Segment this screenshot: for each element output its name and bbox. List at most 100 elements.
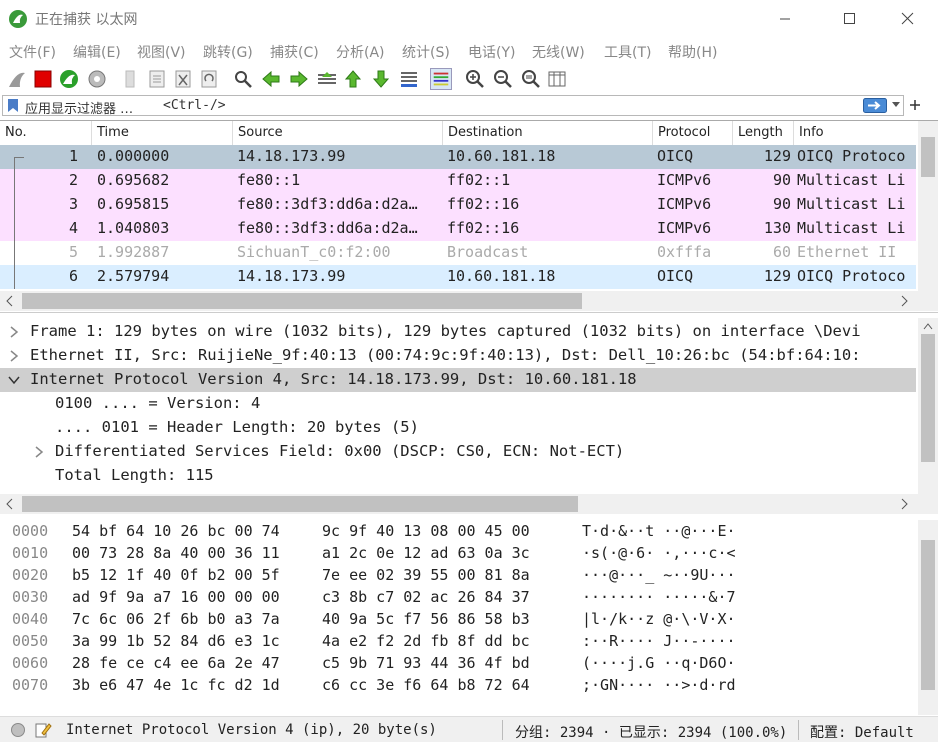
scroll-right-icon[interactable] — [900, 295, 908, 307]
status-field-info: Internet Protocol Version 4 (ip), 20 byt… — [66, 722, 437, 738]
zoom-in-icon[interactable] — [464, 68, 486, 90]
hex-bytes-second-half: c5 9b 71 93 44 36 4f bd — [322, 654, 530, 672]
hex-dump-row[interactable]: 0040 7c 6c 06 2f 6b b0 a3 7a 40 9a 5c f7 5… — [0, 609, 916, 631]
menu-file[interactable]: 文件(F) — [9, 42, 56, 62]
autoscroll-icon[interactable] — [398, 68, 420, 90]
zoom-out-icon[interactable] — [492, 68, 514, 90]
hex-dump-row[interactable]: 0070 3b e6 47 4e 1c fc d2 1d c6 cc 3e f6 6… — [0, 675, 916, 697]
collapsed-chevron-icon[interactable] — [33, 446, 45, 458]
go-forward-icon[interactable] — [288, 68, 310, 90]
cell-protocol: OICQ — [657, 147, 694, 165]
menu-wireless[interactable]: 无线(W) — [532, 42, 585, 62]
cell-info: Multicast Li — [797, 171, 906, 189]
details-horizontal-scrollbar[interactable] — [0, 494, 938, 514]
detail-tree-item[interactable]: 0100 .... = Version: 4 — [0, 392, 916, 416]
packet-row[interactable]: 4 1.040803 fe80::3df3:dd6a:d2a… ff02::16 ICM… — [0, 217, 916, 241]
packet-list-horizontal-scrollbar[interactable] — [0, 291, 938, 311]
column-header-source[interactable]: Source — [233, 121, 443, 145]
restart-capture-icon[interactable] — [58, 68, 80, 90]
display-filter-input[interactable]: 应用显示过滤器 … <Ctrl-/> — [2, 95, 904, 117]
close-file-icon[interactable] — [172, 68, 194, 90]
hex-bytes-first-half: 3a 99 1b 52 84 d6 e3 1c — [72, 632, 280, 650]
edit-comment-icon[interactable] — [34, 721, 52, 739]
hex-ascii: ········ ·····&·7 — [582, 588, 736, 606]
detail-tree-item[interactable]: .... 0101 = Header Length: 20 bytes (5) — [0, 416, 916, 440]
open-file-icon[interactable] — [120, 68, 142, 90]
hex-dump-row[interactable]: 0060 28 fe ce c4 ee 6a 2e 47 c5 9b 71 93 4… — [0, 653, 916, 675]
hex-bytes-second-half: 4a e2 f2 2d fb 8f dd bc — [322, 632, 530, 650]
filter-shortcut-hint: <Ctrl-/> — [163, 98, 226, 113]
apply-filter-arrow-icon[interactable] — [863, 98, 887, 113]
resize-columns-icon[interactable] — [546, 68, 568, 90]
hex-dump-row[interactable]: 0000 54 bf 64 10 26 bc 00 74 9c 9f 40 13 0… — [0, 521, 916, 543]
menu-tools[interactable]: 工具(T) — [604, 42, 651, 62]
collapsed-chevron-icon[interactable] — [8, 350, 20, 362]
column-header-no[interactable]: No. — [0, 121, 92, 145]
menu-telephony[interactable]: 电话(Y) — [468, 42, 515, 62]
packet-row[interactable]: 1 0.000000 14.18.173.99 10.60.181.18 OICQ 129… — [0, 145, 916, 169]
packet-row[interactable]: 3 0.695815 fe80::3df3:dd6a:d2a… ff02::16 ICM… — [0, 193, 916, 217]
first-packet-icon[interactable] — [342, 68, 364, 90]
minimize-button[interactable] — [762, 6, 808, 32]
scroll-right-icon[interactable] — [900, 498, 908, 510]
packet-row[interactable]: 6 2.579794 14.18.173.99 10.60.181.18 OICQ 129… — [0, 265, 916, 289]
detail-text: .... 0101 = Header Length: 20 bytes (5) — [55, 418, 419, 436]
status-profile[interactable]: 配置: Default — [810, 722, 914, 742]
detail-tree-item[interactable]: Differentiated Services Field: 0x00 (DSC… — [0, 440, 916, 464]
detail-tree-item[interactable]: Frame 1: 129 bytes on wire (1032 bits), … — [0, 320, 916, 344]
go-back-icon[interactable] — [260, 68, 282, 90]
cell-protocol: 0xfffa — [657, 243, 712, 261]
normal-size-icon[interactable] — [520, 68, 542, 90]
menu-go[interactable]: 跳转(G) — [203, 42, 253, 62]
collapsed-chevron-icon[interactable] — [8, 326, 20, 338]
menu-analyze[interactable]: 分析(A) — [336, 42, 385, 62]
find-packet-icon[interactable] — [232, 68, 254, 90]
expanded-chevron-icon[interactable] — [8, 374, 20, 386]
column-header-destination[interactable]: Destination — [443, 121, 653, 145]
capture-options-icon[interactable] — [86, 68, 108, 90]
cell-protocol: ICMPv6 — [657, 195, 712, 213]
colorize-icon[interactable] — [430, 68, 452, 90]
bookmark-icon[interactable] — [7, 98, 19, 113]
column-header-protocol[interactable]: Protocol — [653, 121, 733, 145]
column-header-length[interactable]: Length — [733, 121, 794, 145]
menu-capture[interactable]: 捕获(C) — [270, 42, 319, 62]
menu-edit[interactable]: 编辑(E) — [73, 42, 121, 62]
menu-help[interactable]: 帮助(H) — [668, 42, 717, 62]
column-header-info[interactable]: Info — [794, 121, 916, 145]
shark-fin-start-icon[interactable] — [6, 68, 28, 90]
go-to-packet-icon[interactable] — [316, 68, 338, 90]
detail-tree-item[interactable]: Ethernet II, Src: RuijieNe_9f:40:13 (00:… — [0, 344, 916, 368]
close-button[interactable] — [884, 6, 930, 32]
hex-ascii: ;·GN···· ··>·d·rd — [582, 676, 736, 694]
scroll-up-icon[interactable] — [923, 322, 933, 330]
cell-source: 14.18.173.99 — [237, 147, 346, 165]
details-vertical-scrollbar[interactable] — [918, 318, 938, 494]
hex-bytes-second-half: 9c 9f 40 13 08 00 45 00 — [322, 522, 530, 540]
packet-row[interactable]: 2 0.695682 fe80::1 ff02::1 ICMPv6 90 Multicast… — [0, 169, 916, 193]
hex-dump-row[interactable]: 0020 b5 12 1f 40 0f b2 00 5f 7e ee 02 39 5… — [0, 565, 916, 587]
scroll-left-icon[interactable] — [6, 498, 14, 510]
detail-tree-item[interactable]: Internet Protocol Version 4, Src: 14.18.… — [0, 368, 916, 392]
detail-tree-item[interactable]: Total Length: 115 — [0, 464, 916, 488]
filter-history-chevron-icon[interactable] — [891, 101, 901, 109]
column-header-time[interactable]: Time — [92, 121, 233, 145]
hex-dump-row[interactable]: 0030 ad 9f 9a a7 16 00 00 00 c3 8b c7 02 a… — [0, 587, 916, 609]
close-icon — [901, 12, 914, 25]
menu-view[interactable]: 视图(V) — [137, 42, 186, 62]
reload-file-icon[interactable] — [198, 68, 220, 90]
menu-statistics[interactable]: 统计(S) — [402, 42, 450, 62]
last-packet-icon[interactable] — [370, 68, 392, 90]
hex-offset: 0070 — [12, 676, 49, 694]
packet-list-vertical-scrollbar[interactable] — [918, 121, 938, 291]
add-filter-button-icon[interactable] — [908, 98, 922, 112]
scroll-left-icon[interactable] — [6, 295, 14, 307]
hex-dump-row[interactable]: 0010 00 73 28 8a 40 00 36 11 a1 2c 0e 12 a… — [0, 543, 916, 565]
maximize-button[interactable] — [826, 6, 872, 32]
stop-capture-icon[interactable] — [32, 68, 54, 90]
expert-info-icon[interactable] — [10, 722, 26, 738]
packet-row[interactable]: 5 1.992887 SichuanT_c0:f2:00 Broadcast 0xfff… — [0, 241, 916, 265]
bytes-vertical-scrollbar[interactable] — [918, 520, 938, 715]
hex-dump-row[interactable]: 0050 3a 99 1b 52 84 d6 e3 1c 4a e2 f2 2d f… — [0, 631, 916, 653]
save-file-icon[interactable] — [146, 68, 168, 90]
